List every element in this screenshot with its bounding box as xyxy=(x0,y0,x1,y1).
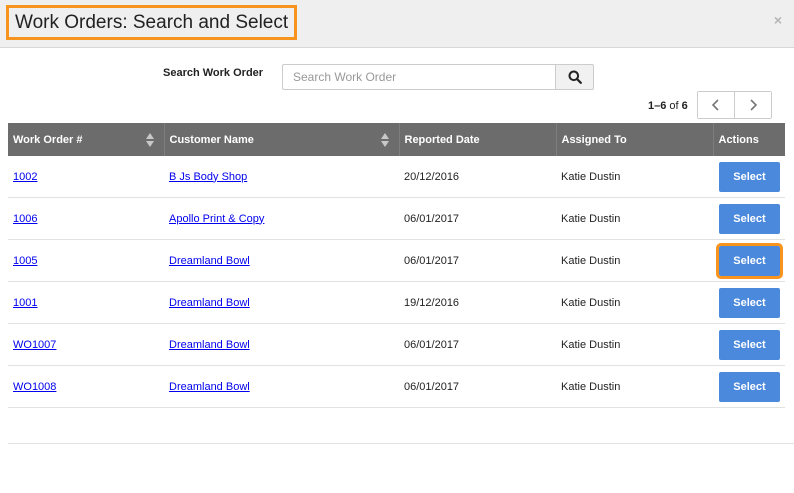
reported-date-cell: 06/01/2017 xyxy=(399,323,556,366)
assigned-to-cell: Katie Dustin xyxy=(556,156,713,198)
customer-link[interactable]: Dreamland Bowl xyxy=(169,381,250,393)
pager-of: of xyxy=(669,100,679,112)
search-input[interactable] xyxy=(282,64,556,90)
work-order-link[interactable]: 1005 xyxy=(13,255,37,267)
table-row: WO1008 Dreamland Bowl 06/01/2017 Katie D… xyxy=(8,365,785,408)
sort-icon[interactable] xyxy=(145,132,154,148)
work-order-link[interactable]: 1002 xyxy=(13,171,37,183)
customer-link[interactable]: Dreamland Bowl xyxy=(169,339,250,351)
column-header-reported-date: Reported Date xyxy=(399,123,557,156)
pager-summary: 1–6 of 6 xyxy=(648,100,688,112)
search-label: Search Work Order xyxy=(163,67,264,79)
next-page-button[interactable] xyxy=(734,92,771,118)
chevron-right-icon xyxy=(750,99,758,111)
table-row: 1005 Dreamland Bowl 06/01/2017 Katie Dus… xyxy=(8,239,785,282)
close-icon[interactable]: × xyxy=(774,12,782,28)
column-header-label: Work Order # xyxy=(13,133,83,146)
chevron-left-icon xyxy=(711,99,719,111)
column-header-work-order[interactable]: Work Order # xyxy=(8,123,165,156)
pager-controls xyxy=(697,91,772,119)
table-row: 1002 B Js Body Shop 20/12/2016 Katie Dus… xyxy=(8,156,785,198)
sort-icon[interactable] xyxy=(380,132,389,148)
assigned-to-cell: Katie Dustin xyxy=(556,281,713,324)
dialog-title: Work Orders: Search and Select xyxy=(6,5,298,40)
pager-total: 6 xyxy=(681,100,688,112)
select-button[interactable]: Select xyxy=(719,329,780,360)
select-button[interactable]: Select xyxy=(719,287,780,318)
customer-link[interactable]: Dreamland Bowl xyxy=(169,297,250,309)
customer-link[interactable]: B Js Body Shop xyxy=(169,171,247,183)
reported-date-cell: 20/12/2016 xyxy=(399,156,556,198)
table-row: 1006 Apollo Print & Copy 06/01/2017 Kati… xyxy=(8,197,785,240)
customer-link[interactable]: Apollo Print & Copy xyxy=(169,213,264,225)
table-row: WO1007 Dreamland Bowl 06/01/2017 Katie D… xyxy=(8,323,785,366)
assigned-to-cell: Katie Dustin xyxy=(556,197,713,240)
work-orders-table: Work Order # Customer Name Reported Date… xyxy=(8,123,785,408)
column-header-actions: Actions xyxy=(713,123,785,156)
column-header-label: Customer Name xyxy=(169,133,254,146)
table-row: 1001 Dreamland Bowl 19/12/2016 Katie Dus… xyxy=(8,281,785,324)
column-header-assigned-to: Assigned To xyxy=(556,123,714,156)
select-button[interactable]: Select xyxy=(719,371,780,402)
work-order-link[interactable]: 1001 xyxy=(13,297,37,309)
select-button[interactable]: Select xyxy=(719,161,780,192)
search-icon xyxy=(568,70,582,84)
table-header-row: Work Order # Customer Name Reported Date… xyxy=(8,123,785,156)
search-button[interactable] xyxy=(555,64,594,90)
assigned-to-cell: Katie Dustin xyxy=(556,365,713,408)
reported-date-cell: 06/01/2017 xyxy=(399,365,556,408)
pager-range: 1–6 xyxy=(648,100,667,112)
work-order-link[interactable]: WO1007 xyxy=(13,339,56,351)
column-header-customer-name[interactable]: Customer Name xyxy=(164,123,400,156)
reported-date-cell: 19/12/2016 xyxy=(399,281,556,324)
work-order-link[interactable]: WO1008 xyxy=(13,381,56,393)
select-button[interactable]: Select xyxy=(716,242,783,279)
select-button[interactable]: Select xyxy=(719,203,780,234)
reported-date-cell: 06/01/2017 xyxy=(399,197,556,240)
dialog-header: Work Orders: Search and Select × xyxy=(0,0,794,48)
work-order-link[interactable]: 1006 xyxy=(13,213,37,225)
reported-date-cell: 06/01/2017 xyxy=(399,239,556,282)
prev-page-button[interactable] xyxy=(698,92,734,118)
customer-link[interactable]: Dreamland Bowl xyxy=(169,255,250,267)
assigned-to-cell: Katie Dustin xyxy=(556,239,713,282)
assigned-to-cell: Katie Dustin xyxy=(556,323,713,366)
footer-divider xyxy=(8,443,794,444)
